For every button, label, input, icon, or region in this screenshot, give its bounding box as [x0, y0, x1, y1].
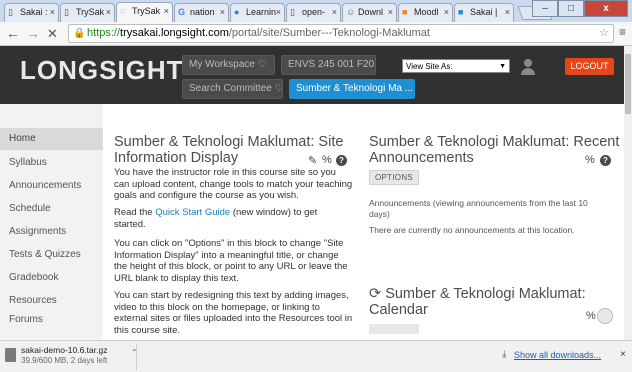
tool-resources[interactable]: Resources — [0, 290, 103, 312]
browser-tab[interactable]: ● Learnin × — [230, 3, 285, 22]
link-icon[interactable]: % — [585, 154, 595, 166]
help-icon[interactable]: ? — [336, 155, 347, 166]
page-icon: ▯ — [8, 7, 13, 17]
globe-icon: ● — [234, 7, 240, 17]
link-icon[interactable]: % — [322, 154, 332, 166]
logout-button[interactable]: LOGOUT — [565, 58, 614, 75]
close-tab-icon[interactable]: × — [444, 7, 449, 17]
view-site-as-select[interactable]: View Site As: ▼ — [402, 59, 510, 73]
help-icon[interactable]: ? — [600, 155, 611, 166]
show-all-downloads-link[interactable]: Show all downloads... — [514, 350, 601, 360]
browser-tab-strip: ▯ Sakai : × ▯ TrySak × ◌ TrySak × Gnation × ● L… — [0, 0, 632, 23]
heart-icon: ♡ — [274, 83, 283, 94]
page-icon: ▯ — [64, 7, 69, 17]
close-tab-icon[interactable]: × — [276, 7, 281, 17]
refresh-icon: ⟳ — [369, 286, 382, 302]
close-tab-icon[interactable]: × — [50, 7, 55, 17]
browser-tab[interactable]: ■ Sakai | × — [454, 3, 514, 22]
tool-syllabus[interactable]: Syllabus — [0, 152, 103, 174]
browser-tab[interactable]: ▯ TrySak × — [60, 3, 115, 22]
assistant-icon[interactable] — [597, 308, 613, 324]
quick-start-guide-link[interactable]: Quick Start Guide — [155, 207, 230, 218]
close-tab-icon[interactable]: × — [106, 7, 111, 17]
tool-schedule[interactable]: Schedule — [0, 198, 103, 220]
download-shelf: sakai-demo-10.6.tar.gz 39.9/600 MB, 2 da… — [0, 340, 632, 372]
announcements-subtitle: Announcements (viewing announcements fro… — [369, 198, 588, 219]
tool-menu: Home Syllabus Announcements Schedule Ass… — [0, 104, 103, 340]
smile-icon: ☺ — [346, 7, 356, 17]
browser-toolbar: ← → ✕ 🔒 https://trysakai.longsight.com/p… — [0, 22, 632, 46]
site-info-paragraph-2: Read the Quick Start Guide (new window) … — [114, 207, 318, 230]
sakai-header: LONGSIGHT My Workspace ♡ ENVS 245 001 F2… — [0, 46, 624, 104]
page-scrollbar[interactable] — [624, 46, 632, 340]
close-tab-icon[interactable]: × — [220, 7, 225, 17]
stop-loading-icon[interactable]: ✕ — [47, 26, 58, 42]
close-tab-icon[interactable]: × — [332, 7, 337, 17]
user-icon[interactable] — [521, 59, 535, 75]
browser-tab[interactable]: Gnation × — [174, 3, 229, 22]
loading-icon: ◌ — [120, 6, 126, 16]
close-tab-icon[interactable]: × — [164, 6, 169, 16]
site-tab-my-workspace[interactable]: My Workspace ♡ — [182, 55, 275, 75]
site-tab-current[interactable]: Sumber & Teknologi Ma ... ⌄ — [289, 79, 415, 99]
moodle-icon: ■ — [402, 7, 408, 17]
sakai-icon: ■ — [458, 7, 464, 17]
heart-icon: ♡ — [257, 59, 267, 70]
options-button[interactable]: OPTIONS — [369, 170, 419, 185]
tool-announcements[interactable]: Announcements — [0, 175, 103, 197]
download-item[interactable]: sakai-demo-10.6.tar.gz 39.9/600 MB, 2 da… — [5, 344, 138, 370]
browser-tab[interactable]: ☺ Downl × — [342, 3, 397, 22]
no-announcements-text: There are currently no announcements at … — [369, 225, 575, 235]
close-icon[interactable]: × — [620, 349, 626, 360]
scrollbar-thumb[interactable] — [625, 54, 631, 114]
main-content: Sumber & Teknologi Maklumat: Site Inform… — [103, 104, 624, 340]
lock-icon: 🔒 — [73, 28, 86, 39]
close-window-button[interactable]: x — [584, 0, 628, 17]
download-icon: ⤓ — [502, 349, 507, 360]
tool-tests-quizzes[interactable]: Tests & Quizzes — [0, 244, 103, 266]
close-tab-icon[interactable]: × — [388, 7, 393, 17]
minimize-button[interactable]: – — [532, 0, 558, 17]
recent-announcements-title: Sumber & Teknologi Maklumat: Recent Anno… — [369, 134, 620, 166]
tool-assignments[interactable]: Assignments — [0, 221, 103, 243]
longsight-logo[interactable]: LONGSIGHT — [20, 55, 184, 86]
page-icon: ▯ — [290, 7, 295, 17]
maximize-button[interactable]: □ — [558, 0, 584, 17]
address-bar[interactable]: 🔒 https://trysakai.longsight.com/portal/… — [68, 24, 614, 43]
download-status: 39.9/600 MB, 2 days left — [21, 356, 108, 365]
dropdown-arrow-icon: ▼ — [499, 63, 506, 70]
site-info-paragraph-4: You can start by redesigning this text b… — [114, 290, 353, 336]
window-controls: – □ x — [532, 0, 628, 17]
link-icon[interactable]: % — [586, 310, 596, 322]
tool-home[interactable]: Home — [0, 128, 103, 150]
site-tab-search-committee[interactable]: Search Committee ♡ — [182, 79, 283, 99]
archive-file-icon — [5, 348, 16, 362]
browser-tab[interactable]: ■ Moodl × — [398, 3, 453, 22]
menu-icon[interactable]: ≡ — [619, 25, 626, 39]
chevron-up-icon[interactable]: ⌃ — [131, 348, 138, 357]
google-icon: G — [178, 7, 186, 17]
announcements-link[interactable]: Announcements — [369, 198, 430, 208]
site-tab-envs[interactable]: ENVS 245 001 F20 ♡ — [281, 55, 376, 75]
site-info-paragraph-3: You can click on "Options" in this block… — [114, 238, 348, 284]
download-filename: sakai-demo-10.6.tar.gz — [21, 345, 108, 355]
forward-arrow-icon[interactable]: → — [26, 25, 40, 41]
site-info-paragraph-1: You have the instructor role in this cou… — [114, 167, 353, 202]
calendar-title: ⟳ Sumber & Teknologi Maklumat: Calendar — [369, 286, 586, 318]
bookmark-star-icon[interactable]: ☆ — [599, 25, 609, 42]
tool-forums[interactable]: Forums — [0, 313, 103, 327]
browser-tab[interactable]: ▯ Sakai : × — [4, 3, 59, 22]
browser-tab[interactable]: ▯ open- × — [286, 3, 341, 22]
close-tab-icon[interactable]: × — [505, 7, 510, 17]
calendar-options-button[interactable] — [369, 324, 419, 334]
back-arrow-icon[interactable]: ← — [6, 25, 20, 41]
edit-pencil-icon[interactable]: ✎ — [308, 154, 317, 167]
tool-gradebook[interactable]: Gradebook — [0, 267, 103, 289]
browser-tab-active[interactable]: ◌ TrySak × — [116, 2, 173, 23]
